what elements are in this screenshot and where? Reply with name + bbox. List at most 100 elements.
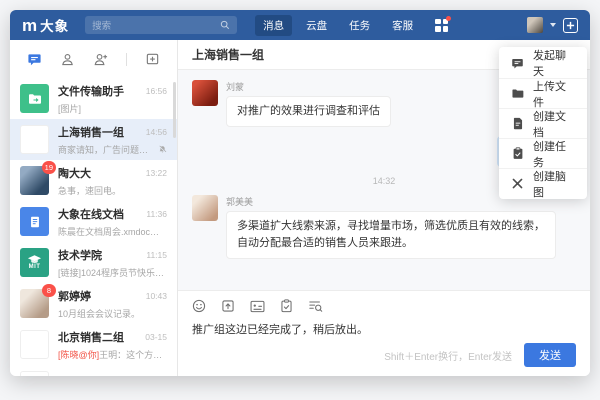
task-icon[interactable] xyxy=(280,299,293,313)
mention-highlight: [陈晓@你] xyxy=(58,348,99,361)
conversation-name: 文件传输助手 xyxy=(58,83,124,99)
message-bubble[interactable]: 多渠道扩大线索来源，寻找增量市场，筛选优质且有效的线索，自动分配最合适的销售人员… xyxy=(226,211,556,259)
tab-messages[interactable]: 消息 xyxy=(255,15,292,36)
send-button[interactable]: 发送 xyxy=(524,343,576,367)
college-avatar-text: MIT xyxy=(29,264,41,270)
composer-bottom: Shift＋Enter换行，Enter发送 发送 xyxy=(192,343,576,367)
group-avatar xyxy=(20,330,49,359)
search-input[interactable]: 搜索 xyxy=(85,16,237,34)
conversation-body: 大象在线文档 11:36 陈晨在文档周会.xmdoc中提... xyxy=(58,206,167,238)
top-tabs: 消息 云盘 任务 客服 xyxy=(255,15,421,36)
college-icon: MIT xyxy=(20,248,49,277)
conversation-name: 技术学院 xyxy=(58,247,102,263)
caret-down-icon[interactable] xyxy=(550,23,556,27)
titlebar-right xyxy=(527,17,578,33)
conversation-body: 技术学院11:15 [链接]1024程序员节快乐，今... xyxy=(58,247,167,279)
new-group-icon[interactable] xyxy=(145,52,160,67)
mindmap-icon xyxy=(511,177,524,190)
conversation-time: 10:43 xyxy=(146,291,167,301)
menu-item-create-mindmap[interactable]: 创建脑图 xyxy=(499,168,587,198)
conversation-preview: 10月组会会议记录。 xyxy=(58,307,140,320)
user-avatar[interactable] xyxy=(527,17,543,33)
unread-badge: 19 xyxy=(42,161,56,174)
emoji-icon[interactable] xyxy=(192,299,206,313)
chat-bubble-icon xyxy=(511,57,524,70)
conversation-file-transfer[interactable]: 文件传输助手 16:56 [图片] xyxy=(10,78,177,119)
message-input[interactable]: 推广组这边已经完成了，稍后放出。 xyxy=(192,321,576,343)
message-bubble[interactable]: 对推广的效果进行调查和评估 xyxy=(226,96,391,127)
titlebar: m 大象 搜索 消息 云盘 任务 客服 xyxy=(10,10,590,40)
contact-avatar: 19 xyxy=(20,166,49,195)
conversation-time: 11:15 xyxy=(146,250,167,260)
tab-cloud-drive[interactable]: 云盘 xyxy=(298,15,335,36)
toolbar-divider xyxy=(126,53,127,66)
conversation-time: 16:56 xyxy=(146,86,167,96)
conversation-body: 陶大大13:22 急事，速回电。 xyxy=(58,165,167,197)
mute-bell-icon xyxy=(154,145,167,154)
contacts-icon[interactable] xyxy=(60,52,75,67)
sender-name: 刘蒙 xyxy=(226,80,391,93)
logo-mark: m xyxy=(22,17,37,34)
conversation-name: 北京销售二组 xyxy=(58,329,124,345)
conversation-body: 文件传输助手 16:56 [图片] xyxy=(58,83,167,115)
tab-tasks[interactable]: 任务 xyxy=(341,15,378,36)
conversation-list: 文件传输助手16:56 [图片] 上海销售一组14:56 商家请知，广告问题请拨… xyxy=(10,78,177,376)
group-avatar xyxy=(20,371,49,376)
conversation-beijing-sales[interactable]: 北京销售二组 03-15 [陈晓@你] 王明：这个方案... xyxy=(10,324,177,365)
conversation-time: 14:56 xyxy=(146,127,167,137)
conversation-shanghai-sales[interactable]: 上海销售一组14:56 商家请知，广告问题请拨打... xyxy=(10,119,177,160)
conversation-marketing[interactable]: 市场部03-15 xyxy=(10,365,177,376)
conversation-tech-college[interactable]: MIT 技术学院11:15 [链接]1024程序员节快乐，今... xyxy=(10,242,177,283)
sidebar-toolbar xyxy=(10,40,177,78)
main-area: 文件传输助手16:56 [图片] 上海销售一组14:56 商家请知，广告问题请拨… xyxy=(10,40,590,376)
chat-bubble-icon[interactable] xyxy=(27,52,42,67)
online-doc-icon xyxy=(20,207,49,236)
message-left: 郭美美 多渠道扩大线索来源，寻找增量市场，筛选优质且有效的线索，自动分配最合适的… xyxy=(192,195,576,259)
image-icon[interactable] xyxy=(250,300,265,313)
conversation-body: 郭婷婷 10:43 10月组会会议记录。 xyxy=(58,288,167,320)
menu-item-create-task[interactable]: 创建任务 xyxy=(499,138,587,168)
conversation-preview: 陈晨在文档周会.xmdoc中提... xyxy=(58,225,167,238)
tab-support[interactable]: 客服 xyxy=(384,15,421,36)
menu-item-label: 上传文件 xyxy=(533,78,575,110)
menu-item-start-chat[interactable]: 发起聊天 xyxy=(499,48,587,78)
sender-avatar[interactable] xyxy=(192,80,218,106)
conversation-body: 上海销售一组14:56 商家请知，广告问题请拨打... xyxy=(58,124,167,156)
menu-item-label: 创建脑图 xyxy=(533,168,575,200)
menu-item-upload-file[interactable]: 上传文件 xyxy=(499,78,587,108)
sidebar: 文件传输助手16:56 [图片] 上海销售一组14:56 商家请知，广告问题请拨… xyxy=(10,40,178,376)
conversation-time: 03-15 xyxy=(145,332,167,342)
sidebar-scrollbar[interactable] xyxy=(173,82,176,138)
conversation-time: 13:22 xyxy=(146,168,167,178)
app-window: m 大象 搜索 消息 云盘 任务 客服 xyxy=(10,10,590,376)
search-icon xyxy=(220,20,230,30)
document-icon xyxy=(511,117,524,130)
conversation-name: 上海销售一组 xyxy=(58,124,124,140)
conversation-name: 郭婷婷 xyxy=(58,288,91,304)
menu-item-label: 创建文档 xyxy=(533,108,575,140)
conversation-time: 11:36 xyxy=(146,209,167,219)
conversation-preview: 王明：这个方案... xyxy=(99,348,167,361)
folder-icon xyxy=(511,87,524,100)
conversation-name: 陶大大 xyxy=(58,165,91,181)
conversation-body: 北京销售二组 03-15 [陈晓@你] 王明：这个方案... xyxy=(58,329,167,361)
conversation-online-docs[interactable]: 大象在线文档 11:36 陈晨在文档周会.xmdoc中提... xyxy=(10,201,177,242)
apps-grid-icon[interactable] xyxy=(435,19,448,32)
conversation-preview: [图片] xyxy=(58,102,81,115)
history-search-icon[interactable] xyxy=(308,299,323,313)
menu-item-label: 创建任务 xyxy=(533,138,575,170)
logo-text: 大象 xyxy=(40,15,69,35)
sender-avatar[interactable] xyxy=(192,195,218,221)
upload-file-icon[interactable] xyxy=(221,299,235,313)
chat-title: 上海销售一组 xyxy=(192,46,264,63)
conversation-taodada[interactable]: 19 陶大大13:22 急事，速回电。 xyxy=(10,160,177,201)
composer: 推广组这边已经完成了，稍后放出。 Shift＋Enter换行，Enter发送 发… xyxy=(178,290,590,376)
conversation-name: 大象在线文档 xyxy=(58,206,124,222)
plus-button[interactable] xyxy=(563,18,578,33)
add-contact-icon[interactable] xyxy=(93,52,108,67)
create-dropdown-menu: 发起聊天 上传文件 创建文档 创建任务 xyxy=(499,47,587,199)
conversation-guotingting[interactable]: 8 郭婷婷10:43 10月组会会议记录。 xyxy=(10,283,177,324)
menu-item-create-doc[interactable]: 创建文档 xyxy=(499,108,587,138)
group-avatar xyxy=(20,125,49,154)
menu-item-label: 发起聊天 xyxy=(533,47,575,79)
